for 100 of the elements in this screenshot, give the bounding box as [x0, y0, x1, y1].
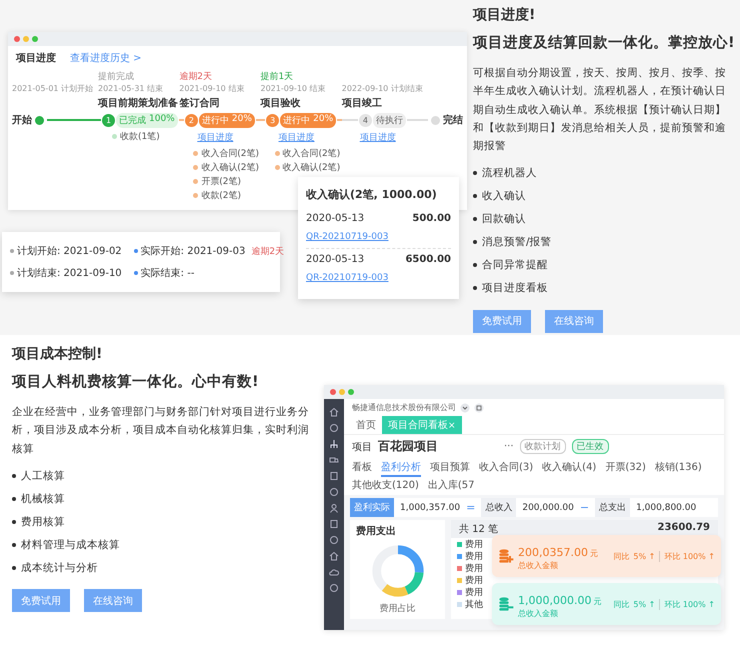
- bullet-icon: [12, 496, 16, 501]
- record-item[interactable]: 收入确认(2笔): [179, 160, 259, 174]
- legend-label: 费用: [465, 574, 483, 586]
- yoy-value: 5% ↑: [633, 600, 656, 608]
- amount-text: 500.00: [412, 213, 451, 224]
- operator-sign: =: [466, 501, 476, 514]
- start-label: 开始: [12, 114, 32, 127]
- end-dot-icon: [431, 116, 440, 124]
- user-icon[interactable]: [329, 503, 339, 513]
- more-button[interactable]: ···: [504, 441, 514, 452]
- sub-tab[interactable]: 项目预算: [430, 460, 470, 477]
- home-icon[interactable]: [329, 551, 339, 561]
- sub-tab[interactable]: 出入库(57: [428, 478, 475, 493]
- truck-icon[interactable]: [329, 455, 339, 465]
- status-pill: 进行中 20%: [280, 112, 336, 128]
- cloud-icon[interactable]: [329, 567, 339, 577]
- panel-title: 项目进度: [16, 51, 56, 65]
- unit-text: 元: [590, 549, 598, 558]
- bullet-icon: [473, 217, 477, 222]
- sub-tab[interactable]: 看板: [352, 460, 372, 477]
- feature-item: 收入确认: [482, 189, 526, 204]
- date-text: 计划结束: 2021-09-10: [17, 266, 122, 280]
- status-pill: 已完成 100%: [116, 112, 178, 128]
- coins-plus-icon: [498, 548, 514, 564]
- chart-caption: 费用占比: [380, 602, 416, 615]
- bullet-icon: [473, 194, 477, 198]
- amount-caption: 总收入金额: [518, 560, 559, 571]
- step-title: 签订合同: [179, 96, 220, 111]
- square-icon[interactable]: [474, 402, 484, 412]
- income-label: 总收入: [481, 498, 516, 517]
- record-item[interactable]: 收款(1笔): [98, 129, 160, 143]
- legend-label: 费用: [465, 562, 483, 574]
- step-number: 2: [184, 114, 198, 126]
- step-title: 项目竣工: [342, 96, 382, 111]
- feature-item: 材料管理与成本核算: [21, 538, 120, 552]
- feature-item: 机械核算: [21, 492, 65, 506]
- step-title: 项目前期策划准备: [98, 96, 178, 111]
- date-text: 2020-05-13: [306, 254, 364, 265]
- step-title: 项目验收: [260, 96, 300, 111]
- popup-title: 收入确认(2笔, 1000.00): [306, 187, 438, 202]
- date-text: 2021-05-01 计划开始: [12, 83, 94, 95]
- chart-title: 费用支出: [355, 524, 396, 538]
- step-note: 逾期2天: [179, 70, 212, 83]
- amount-value: 1,000,000.00: [518, 594, 592, 607]
- record-item[interactable]: 收入合同(2笔): [260, 146, 340, 160]
- description-text: 企业在经营中，业务管理部门与财务部门针对项目进行业务分析，项目涉及成本分析，项目成本自动化核算归集，实时利润核算: [12, 404, 310, 457]
- record-item[interactable]: 开票(2笔): [179, 174, 241, 188]
- start-dot-icon: [35, 116, 44, 124]
- field-label: 项目: [352, 440, 372, 454]
- record-item[interactable]: 收款(2笔): [179, 188, 241, 202]
- profit-label: 盈利实际: [350, 498, 394, 517]
- step-note: 提前完成: [98, 70, 134, 83]
- step-number: 3: [266, 114, 280, 126]
- doc-icon[interactable]: [329, 519, 339, 529]
- yoy-label: 同比: [613, 550, 630, 562]
- count-text: 共 12 笔: [459, 522, 498, 536]
- date-text: 2020-05-13: [306, 213, 364, 224]
- status-pill: 进行中 20%: [198, 112, 255, 128]
- expense-label: 总支出: [595, 498, 630, 517]
- tree-icon[interactable]: [329, 439, 339, 449]
- feature-item: 流程机器人: [482, 166, 537, 180]
- description-text: 可根据自动分期设置，按天、按周、按月、按季、按半年生成收入确认计划。流程机器人，在预计确认日期自动生成收入确认单。系统根据【预计确认日期】和【收款到期日】发消息给相关人员，提前预警和逾期报警: [473, 66, 727, 154]
- feature-item: 回款确认: [482, 212, 526, 226]
- coins-minus-icon: [498, 596, 514, 612]
- sub-tab[interactable]: 核销(136): [654, 460, 702, 477]
- record-item[interactable]: 收入确认(2笔): [260, 160, 340, 174]
- doc-icon[interactable]: [329, 471, 339, 481]
- feature-item: 消息预警/报警: [482, 235, 552, 250]
- legend-label: 费用: [465, 550, 483, 562]
- company-name: 畅捷通信息技术股份有限公司: [352, 402, 456, 413]
- date-text: 2022-09-10 计划结束: [342, 83, 423, 95]
- project-name: 百花园项目: [378, 438, 438, 455]
- feature-item: 项目进度看板: [482, 281, 548, 296]
- date-text: 2021-05-31 结束: [98, 83, 164, 95]
- bullet-icon: [473, 286, 477, 290]
- status-tag: 已生效: [572, 439, 609, 454]
- home-icon[interactable]: [329, 407, 339, 417]
- section-title: 项目成本控制!: [12, 345, 104, 363]
- legend-label: 其他: [465, 598, 483, 610]
- date-text: 计划开始: 2021-09-02: [17, 244, 122, 258]
- sub-tab[interactable]: 收入确认(4): [542, 460, 596, 477]
- chevron-icon[interactable]: [460, 402, 470, 412]
- sub-tab[interactable]: 开票(32): [605, 460, 646, 477]
- overdue-text: 逾期2天: [251, 246, 284, 258]
- record-item[interactable]: 收入合同(2笔): [179, 146, 259, 160]
- sub-tab[interactable]: 其他收支(120): [352, 478, 419, 493]
- step-number: 4: [358, 114, 372, 126]
- date-text: 实际开始: 2021-09-03: [140, 244, 246, 258]
- plan-tag[interactable]: 收款计划: [520, 439, 566, 454]
- feature-item: 合同异常提醒: [482, 258, 548, 272]
- legend-label: 费用: [465, 586, 483, 598]
- sub-tab[interactable]: 收入合同(3): [479, 460, 534, 477]
- bullet-icon: [473, 263, 477, 268]
- page-tab[interactable]: 首页: [350, 416, 382, 434]
- mom-value: 环比 100% ↑: [659, 550, 715, 562]
- amount-caption: 总收入金额: [518, 608, 559, 619]
- date-text: 实际结束: --: [140, 266, 194, 280]
- bullet-icon: [473, 171, 477, 176]
- amount-value: 200,0357.00: [518, 546, 588, 559]
- date-text: 2021-09-10 结束: [260, 83, 326, 95]
